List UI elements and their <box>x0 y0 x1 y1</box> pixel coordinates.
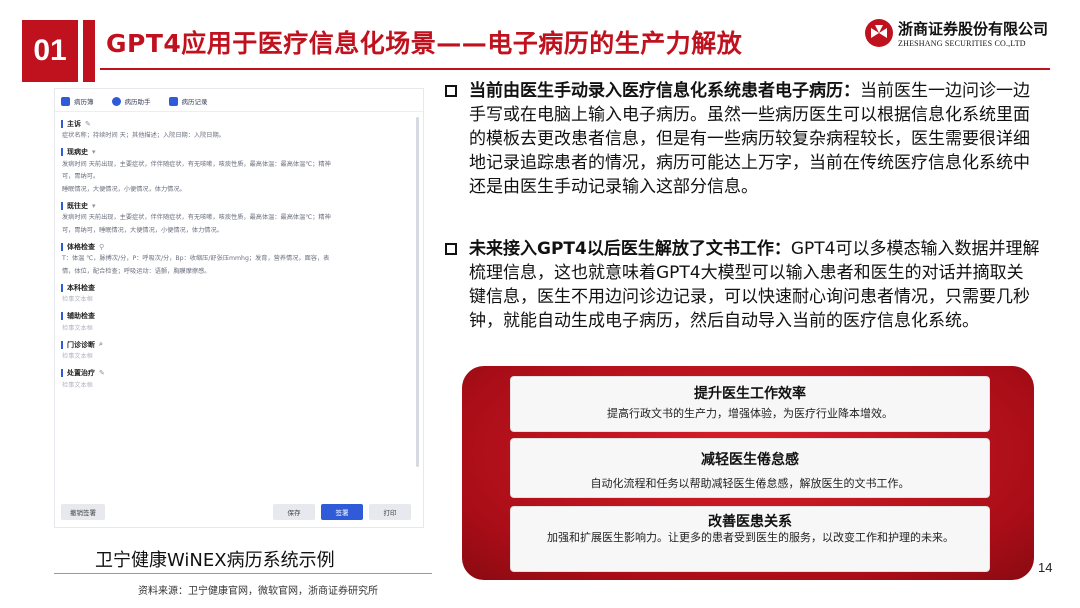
section-title: 处置治疗 <box>67 369 95 377</box>
assistant-icon <box>111 96 121 106</box>
emr-field-line[interactable]: 症状名称；持续时间 天；其他描述；入院日期：入院日期。 <box>61 130 409 143</box>
section-marker <box>61 369 63 377</box>
emr-section-physical-exam: 体格检查 ⚲ T：体温 ℃，脉搏次/分，P：呼吸次/分，Bp：收缩压/舒张压mmh… <box>61 240 409 278</box>
section-marker <box>61 283 63 292</box>
benefit-title: 提升医生工作效率 <box>694 386 806 402</box>
search-icon[interactable]: ⌕ <box>99 340 103 349</box>
emr-tab-label: 病历记录 <box>181 98 208 106</box>
edit-icon[interactable]: ✎ <box>85 120 91 128</box>
emr-scrollbar[interactable] <box>416 117 419 467</box>
save-button[interactable]: 保存 <box>273 504 315 520</box>
emr-caption: 卫宁健康WiNEX病历系统示例 <box>95 550 335 571</box>
emr-field-line[interactable]: 情，体位，配合检查；呼吸运动：语颤，胸膜摩擦感。 <box>61 266 409 279</box>
bullet-square-icon <box>445 85 457 97</box>
emr-screenshot: 病历簿 病历助手 病历记录 主诉 ✎ 症状名称；持续时间 天；其他描述；入院日期：… <box>54 88 424 528</box>
emr-field-line[interactable]: 发病时间 天前出现，主要症状，伴伴随症状，有无咳嗽，咳痰性质，最高体温：最高体温… <box>61 159 409 172</box>
benefits-panel: 提升医生工作效率 提高行政文书的生产力，增强体验，为医疗行业降本增效。 减轻医生… <box>462 366 1034 580</box>
section-title: 本科检查 <box>67 283 95 292</box>
emr-field-line[interactable]: 睡眠情况，大便情况，小便情况，体力情况。 <box>61 184 409 197</box>
logo-english-name: ZHESHANG SECURITIES CO.,LTD <box>898 39 1026 48</box>
section-title: 门诊诊断 <box>67 340 95 349</box>
section-marker <box>61 119 63 128</box>
section-marker <box>61 340 63 349</box>
benefit-card-efficiency: 提升医生工作效率 提高行政文书的生产力，增强体验，为医疗行业降本增效。 <box>510 376 990 432</box>
dropdown-icon[interactable]: ▾ <box>92 202 96 210</box>
header-accent-bar <box>83 20 95 82</box>
benefit-description: 加强和扩展医生影响力。让更多的患者受到医生的服务，以改变工作和护理的未来。 <box>547 531 954 544</box>
benefit-card-burnout: 减轻医生倦怠感 自动化流程和任务以帮助减轻医生倦怠感，解放医生的文书工作。 <box>510 438 990 498</box>
section-title: 辅助检查 <box>67 312 95 320</box>
bullet-current-manual-entry: 当前由医生手动录入医疗信息化系统患者电子病历：当前医生一边问诊一边手写或在电脑上… <box>445 79 1040 199</box>
emr-section-present-illness: 现病史 ▾ 发病时间 天前出现，主要症状，伴伴随症状，有无咳嗽，咳痰性质，最高体温… <box>61 146 409 197</box>
emr-tab-label: 病历助手 <box>124 98 151 106</box>
emr-field-placeholder[interactable]: 检事文本框 <box>61 351 409 364</box>
section-marker <box>61 148 63 156</box>
benefit-title: 改善医患关系 <box>708 514 792 530</box>
page-number: 14 <box>1038 560 1053 575</box>
section-title: 既往史 <box>67 201 88 210</box>
section-title: 体格检查 <box>67 242 95 251</box>
emr-tab-assistant[interactable]: 病历助手 <box>111 96 151 106</box>
emr-action-bar: 撤销签署 保存 签署 打印 <box>55 501 423 527</box>
benefit-card-relationship: 改善医患关系 加强和扩展医生影响力。让更多的患者受到医生的服务，以改变工作和护理… <box>510 506 990 572</box>
benefit-description: 自动化流程和任务以帮助减轻医生倦怠感，解放医生的文书工作。 <box>590 477 910 490</box>
bullet-square-icon <box>445 243 457 255</box>
emr-field-line[interactable]: 可，胃纳可，睡眠情况，大便情况，小便情况，体力情况。 <box>61 225 409 238</box>
emr-section-auxiliary-exam: 辅助检查 检事文本框 <box>61 310 409 336</box>
section-marker <box>61 242 63 251</box>
section-number-badge: 01 <box>22 20 78 82</box>
section-title: 主诉 <box>67 119 81 128</box>
slide-title: GPT4应用于医疗信息化场景——电子病历的生产力解放 <box>106 29 743 58</box>
section-marker <box>61 201 63 210</box>
emr-section-past-history: 既往史 ▾ 发病时间 天前出现，主要症状，伴伴随症状，有无咳嗽，咳痰性质，最高体温… <box>61 199 409 237</box>
section-title: 现病史 <box>67 148 88 156</box>
undo-sign-button[interactable]: 撤销签署 <box>61 504 105 520</box>
emr-field-line[interactable]: T：体温 ℃，脉搏次/分，P：呼吸次/分，Bp：收缩压/舒张压mmhg；发育，营… <box>61 253 409 266</box>
emr-tab-record[interactable]: 病历记录 <box>168 96 208 106</box>
pin-icon[interactable]: ⚲ <box>99 243 104 251</box>
emr-divider <box>55 111 423 112</box>
logo-mark-icon <box>865 19 893 47</box>
emr-field-placeholder[interactable]: 检事文本框 <box>61 380 409 393</box>
record-icon <box>168 96 178 106</box>
emr-tab-book[interactable]: 病历簿 <box>61 96 94 106</box>
benefit-description: 提高行政文书的生产力，增强体验，为医疗行业降本增效。 <box>607 407 893 420</box>
sign-button[interactable]: 签署 <box>321 504 363 520</box>
emr-field-line[interactable]: 可，胃纳可。 <box>61 171 409 184</box>
bullet-heading: 未来接入GPT4以后医生解放了文书工作： <box>469 239 791 259</box>
emr-form-body: 主诉 ✎ 症状名称；持续时间 天；其他描述；入院日期：入院日期。 现病史 ▾ 发病时… <box>61 117 409 395</box>
benefit-title: 减轻医生倦怠感 <box>701 452 799 468</box>
emr-field-placeholder[interactable]: 检事文本框 <box>61 323 409 336</box>
book-icon <box>61 96 70 106</box>
company-logo: 浙商证券股份有限公司 ZHESHANG SECURITIES CO.,LTD <box>864 14 1056 54</box>
bullet-heading: 当前由医生手动录入医疗信息化系统患者电子病历： <box>469 81 860 101</box>
emr-section-outpatient-diagnosis: 门诊诊断 ⌕ 检事文本框 <box>61 338 409 364</box>
emr-tab-bar: 病历簿 病历助手 病历记录 <box>61 93 208 109</box>
print-button[interactable]: 打印 <box>369 504 411 520</box>
emr-section-treatment: 处置治疗 ✎ 检事文本框 <box>61 367 409 393</box>
emr-section-chief-complaint: 主诉 ✎ 症状名称；持续时间 天；其他描述；入院日期：入院日期。 <box>61 117 409 143</box>
bullet-future-gpt4: 未来接入GPT4以后医生解放了文书工作：GPT4可以多模态输入数据并理解梳理信息… <box>445 237 1040 333</box>
caption-divider <box>54 573 432 574</box>
emr-field-placeholder[interactable]: 检事文本框 <box>61 294 409 307</box>
title-underline <box>100 68 1050 70</box>
dropdown-icon[interactable]: ▾ <box>92 148 96 156</box>
logo-chinese-name: 浙商证券股份有限公司 <box>898 20 1049 38</box>
emr-section-specialty-exam: 本科检查 检事文本框 <box>61 281 409 307</box>
edit-icon[interactable]: ✎ <box>99 369 105 377</box>
emr-tab-label: 病历簿 <box>74 98 94 106</box>
emr-field-line[interactable]: 发病时间 天前出现，主要症状，伴伴随症状，有无咳嗽，咳痰性质，最高体温：最高体温… <box>61 212 409 225</box>
section-marker <box>61 312 63 320</box>
source-note: 资料来源：卫宁健康官网，微软官网，浙商证券研究所 <box>138 586 378 597</box>
